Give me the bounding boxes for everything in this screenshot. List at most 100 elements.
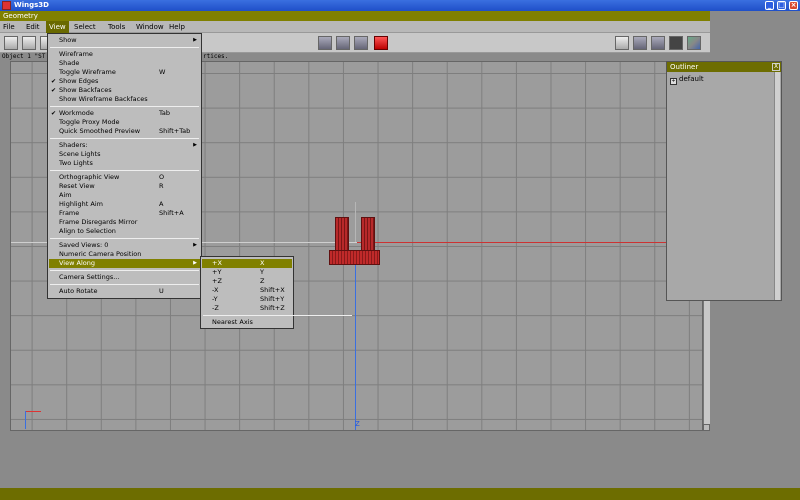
model-base[interactable] <box>329 250 380 265</box>
menu-item-label: +Y <box>212 268 222 276</box>
menu-separator <box>50 47 199 48</box>
menu-separator <box>50 170 199 171</box>
menu-item-label: Saved Views: 0 <box>59 241 109 249</box>
outliner-title[interactable]: Outliner <box>667 62 781 72</box>
menu-item-frame-disregards-mirror[interactable]: Frame Disregards Mirror <box>49 218 200 227</box>
app-icon <box>2 1 11 10</box>
axes-icon[interactable] <box>687 36 701 50</box>
menu-item-label: Show Wireframe Backfaces <box>59 95 148 103</box>
menu-item-label: Show Edges <box>59 77 99 85</box>
menu-item-workmode[interactable]: ✔ Workmode Tab <box>49 109 200 118</box>
status-bar <box>0 488 800 500</box>
geometry-window-title[interactable]: Geometry <box>0 11 710 21</box>
menu-item-shortcut: Shift+Y <box>260 295 285 303</box>
submenu-item-plus-z[interactable]: +Z Z <box>202 277 292 286</box>
menu-item-shaders[interactable]: Shaders: ▶ <box>49 141 200 150</box>
menu-item-show[interactable]: Show ▶ <box>49 36 200 45</box>
outliner-scrollbar[interactable] <box>774 72 780 300</box>
menu-item-aim[interactable]: Aim <box>49 191 200 200</box>
menu-item-label: +X <box>212 259 222 267</box>
outliner-panel: Outliner X + default <box>666 61 782 301</box>
menu-item-label: Toggle Proxy Mode <box>59 118 120 126</box>
menu-select[interactable]: Select <box>71 21 99 33</box>
menu-item-wireframe[interactable]: Wireframe <box>49 50 200 59</box>
menu-item-label: Camera Settings... <box>59 273 120 281</box>
menu-item-label: Orthographic View <box>59 173 120 181</box>
menu-item-auto-rotate[interactable]: Auto Rotate U <box>49 287 200 296</box>
maximize-icon[interactable]: □ <box>777 1 786 10</box>
menu-item-toggle-wireframe[interactable]: Toggle Wireframe W <box>49 68 200 77</box>
menu-item-toggle-proxy-mode[interactable]: Toggle Proxy Mode <box>49 118 200 127</box>
corner-z-axis-indicator <box>25 411 26 429</box>
submenu-arrow-icon: ▶ <box>193 142 197 148</box>
menu-item-two-lights[interactable]: Two Lights <box>49 159 200 168</box>
menu-item-label: Reset View <box>59 182 95 190</box>
menu-item-numeric-camera-position[interactable]: Numeric Camera Position <box>49 250 200 259</box>
submenu-item-plus-x[interactable]: +X X <box>202 259 292 268</box>
menu-item-label: Nearest Axis <box>212 318 253 326</box>
menu-edit[interactable]: Edit <box>23 21 43 33</box>
outliner-close-icon[interactable]: X <box>772 63 780 71</box>
shaded-cube-icon[interactable] <box>633 36 647 50</box>
menu-item-show-backfaces[interactable]: ✔ Show Backfaces <box>49 86 200 95</box>
menu-item-show-wireframe-backfaces[interactable]: Show Wireframe Backfaces <box>49 95 200 104</box>
resize-grip-icon[interactable] <box>703 424 710 431</box>
menu-item-reset-view[interactable]: Reset View R <box>49 182 200 191</box>
menu-item-quick-smoothed-preview[interactable]: Quick Smoothed Preview Shift+Tab <box>49 127 200 136</box>
outliner-item-default[interactable]: + default <box>670 74 704 85</box>
menu-view[interactable]: View <box>46 21 69 33</box>
menu-item-label: Frame <box>59 209 80 217</box>
menu-item-frame[interactable]: Frame Shift+A <box>49 209 200 218</box>
menu-item-label: -Z <box>212 304 219 312</box>
view-menu: Show ▶ Wireframe Shade Toggle Wireframe W … <box>47 33 202 299</box>
body-mode-icon[interactable] <box>374 36 388 50</box>
menu-item-saved-views[interactable]: Saved Views: 0 ▶ <box>49 241 200 250</box>
close-icon[interactable]: × <box>789 1 798 10</box>
save-file-icon[interactable] <box>22 36 36 50</box>
minimize-icon[interactable]: _ <box>765 1 774 10</box>
menu-item-shortcut: Y <box>260 268 264 276</box>
menu-item-label: Workmode <box>59 109 94 117</box>
face-mode-icon[interactable] <box>354 36 368 50</box>
smooth-cube-icon[interactable] <box>651 36 665 50</box>
open-file-icon[interactable] <box>4 36 18 50</box>
menu-file[interactable]: File <box>0 21 18 33</box>
edge-mode-icon[interactable] <box>336 36 350 50</box>
menu-item-shade[interactable]: Shade <box>49 59 200 68</box>
info-line-text: Object 1 "ST <box>2 53 46 60</box>
menu-item-highlight-aim[interactable]: Highlight Aim A <box>49 200 200 209</box>
menu-item-camera-settings[interactable]: Camera Settings... <box>49 273 200 282</box>
menu-item-shortcut: Shift+Tab <box>159 127 191 135</box>
wireframe-icon[interactable] <box>669 36 683 50</box>
menu-item-label: Toggle Wireframe <box>59 68 116 76</box>
menu-item-view-along[interactable]: View Along ▶ <box>49 259 200 268</box>
info-line-tail: rtices. <box>203 53 229 60</box>
menu-help[interactable]: Help <box>166 21 188 33</box>
model-prong-right[interactable] <box>361 217 375 252</box>
menu-item-scene-lights[interactable]: Scene Lights <box>49 150 200 159</box>
checkmark-icon: ✔ <box>51 87 57 94</box>
submenu-item-minus-y[interactable]: -Y Shift+Y <box>202 295 292 304</box>
menu-item-shortcut: W <box>159 68 166 76</box>
menu-item-label: View Along <box>59 259 95 267</box>
submenu-item-minus-x[interactable]: -X Shift+X <box>202 286 292 295</box>
menu-item-label: +Z <box>212 277 222 285</box>
grid-view-icon[interactable] <box>615 36 629 50</box>
submenu-item-minus-z[interactable]: -Z Shift+Z <box>202 304 292 313</box>
menu-window[interactable]: Window <box>133 21 167 33</box>
menu-item-show-edges[interactable]: ✔ Show Edges <box>49 77 200 86</box>
menubar: File Edit View Select Tools Window Help <box>0 21 710 33</box>
menu-item-label: Wireframe <box>59 50 93 58</box>
menu-item-orthographic-view[interactable]: Orthographic View O <box>49 173 200 182</box>
menu-item-label: Auto Rotate <box>59 287 98 295</box>
menu-item-align-to-selection[interactable]: Align to Selection <box>49 227 200 236</box>
menu-tools[interactable]: Tools <box>105 21 128 33</box>
model-prong-left[interactable] <box>335 217 349 252</box>
expand-icon[interactable]: + <box>670 78 677 85</box>
submenu-item-nearest-axis[interactable]: Nearest Axis <box>202 318 292 327</box>
vertex-mode-icon[interactable] <box>318 36 332 50</box>
menu-item-label: -Y <box>212 295 218 303</box>
z-axis-label: Z <box>355 420 360 428</box>
menu-item-label: Numeric Camera Position <box>59 250 142 258</box>
submenu-item-plus-y[interactable]: +Y Y <box>202 268 292 277</box>
